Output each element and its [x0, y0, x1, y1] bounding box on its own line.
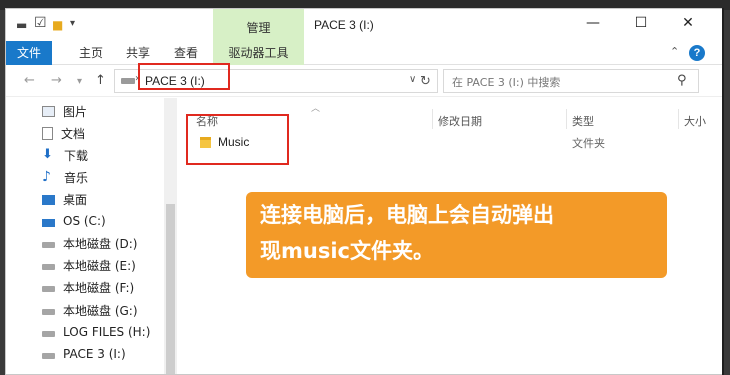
- sidebar-item-drive-h[interactable]: LOG FILES (H:): [42, 322, 150, 342]
- sidebar-item-documents[interactable]: 文档: [42, 123, 85, 143]
- drive-icon: [42, 331, 55, 337]
- sidebar-item-label: 本地磁盘 (F:): [63, 280, 135, 295]
- drive-icon: [42, 264, 55, 270]
- properties-icon[interactable]: ☑: [34, 15, 47, 31]
- sidebar-item-drive-g[interactable]: 本地磁盘 (G:): [42, 300, 138, 320]
- desktop-icon: [42, 195, 55, 205]
- drive-icon: [42, 353, 55, 359]
- scrollbar-thumb[interactable]: [166, 204, 175, 374]
- maximize-button[interactable]: ☐: [619, 15, 663, 37]
- refresh-icon[interactable]: ↻: [420, 74, 431, 89]
- manage-tab-label: 管理: [246, 21, 271, 35]
- tab-home[interactable]: 主页: [79, 41, 103, 65]
- chevron-down-icon[interactable]: ∨: [409, 74, 416, 85]
- chevron-up-icon[interactable]: ⌃: [670, 45, 679, 58]
- sidebar-item-label: 本地磁盘 (G:): [63, 303, 138, 318]
- sidebar-item-label: 下载: [64, 148, 89, 163]
- window-edge: [722, 8, 724, 375]
- ribbon-tabs: 文件 主页 共享 查看 驱动器工具 ⌃ ?: [6, 41, 722, 65]
- sidebar-item-label: 本地磁盘 (D:): [63, 236, 138, 251]
- sidebar-item-label: 本地磁盘 (E:): [63, 258, 136, 273]
- search-icon: ⚲: [677, 73, 687, 88]
- downloads-icon: ⬇: [42, 147, 53, 162]
- sidebar-item-label: 音乐: [64, 170, 89, 185]
- up-arrow-icon[interactable]: ↑: [95, 73, 106, 88]
- tab-drive-tools[interactable]: 驱动器工具: [213, 41, 304, 65]
- search-input[interactable]: 在 PACE 3 (I:) 中搜索 ⚲: [443, 69, 699, 93]
- sidebar-item-drive-f[interactable]: 本地磁盘 (F:): [42, 277, 134, 297]
- sidebar-item-downloads[interactable]: ⬇ 下载: [42, 145, 88, 165]
- sidebar-item-label: 图片: [63, 104, 88, 119]
- sidebar-item-label: OS (C:): [63, 214, 106, 228]
- sidebar-item-music[interactable]: ♪ 音乐: [42, 167, 88, 187]
- sidebar-item-drive-e[interactable]: 本地磁盘 (E:): [42, 255, 136, 275]
- music-icon: ♪: [42, 169, 51, 185]
- drive-icon: [121, 78, 135, 84]
- title-bar: ▬ ☑ ■ ▾ 管理 PACE 3 (I:) — ☐ ✕: [6, 9, 722, 41]
- new-folder-icon[interactable]: ■: [52, 18, 63, 32]
- column-divider[interactable]: [566, 109, 567, 129]
- forward-arrow-icon[interactable]: →: [51, 73, 62, 88]
- sidebar-item-drive-i[interactable]: PACE 3 (I:): [42, 344, 126, 364]
- column-header-size[interactable]: 大小: [684, 113, 706, 129]
- instruction-callout: 连接电脑后，电脑上会自动弹出 现music文件夹。: [246, 192, 667, 278]
- close-button[interactable]: ✕: [666, 15, 710, 37]
- address-highlight-box: [138, 63, 230, 90]
- sort-arrow-icon: ︿: [311, 104, 321, 114]
- back-arrow-icon[interactable]: ←: [24, 73, 35, 88]
- column-divider[interactable]: [678, 109, 679, 129]
- drive-icon: [42, 286, 55, 292]
- window-title: PACE 3 (I:): [314, 18, 374, 32]
- sidebar-item-label: LOG FILES (H:): [63, 325, 151, 339]
- callout-line-2: 现music文件夹。: [260, 239, 434, 263]
- search-placeholder: 在 PACE 3 (I:) 中搜索: [452, 76, 561, 89]
- tab-share[interactable]: 共享: [126, 41, 150, 65]
- folder-highlight-box: [186, 114, 289, 165]
- column-header-modified[interactable]: 修改日期: [438, 113, 482, 129]
- callout-line-1: 连接电脑后，电脑上会自动弹出: [260, 203, 554, 227]
- help-icon[interactable]: ?: [689, 45, 705, 61]
- sidebar-item-label: 桌面: [63, 192, 88, 207]
- sidebar-item-pictures[interactable]: 图片: [42, 101, 87, 121]
- drive-icon: ▬: [16, 18, 28, 32]
- pictures-icon: [42, 105, 55, 117]
- recent-dropdown-icon[interactable]: ▾: [77, 76, 82, 87]
- tab-view[interactable]: 查看: [174, 41, 198, 65]
- documents-icon: [42, 126, 53, 140]
- sidebar-item-label: PACE 3 (I:): [63, 347, 126, 361]
- quick-access-dropdown-icon[interactable]: ▾: [70, 18, 75, 29]
- column-header-type[interactable]: 类型: [572, 113, 594, 129]
- sidebar-item-drive-d[interactable]: 本地磁盘 (D:): [42, 233, 137, 253]
- sidebar-item-label: 文档: [61, 126, 86, 141]
- column-divider[interactable]: [432, 109, 433, 129]
- sidebar-item-drive-c[interactable]: OS (C:): [42, 211, 106, 231]
- drive-icon: [42, 309, 55, 315]
- sidebar-item-desktop[interactable]: 桌面: [42, 189, 87, 209]
- file-type: 文件夹: [572, 137, 605, 150]
- drive-icon: [42, 242, 55, 248]
- minimize-button[interactable]: —: [571, 15, 615, 37]
- windows-drive-icon: [42, 218, 55, 227]
- file-tab[interactable]: 文件: [6, 41, 52, 65]
- navigation-bar: ← → ▾ ↑ › PACE 3 (I:) ∨ ↻ 在 PACE 3 (I:) …: [6, 65, 722, 97]
